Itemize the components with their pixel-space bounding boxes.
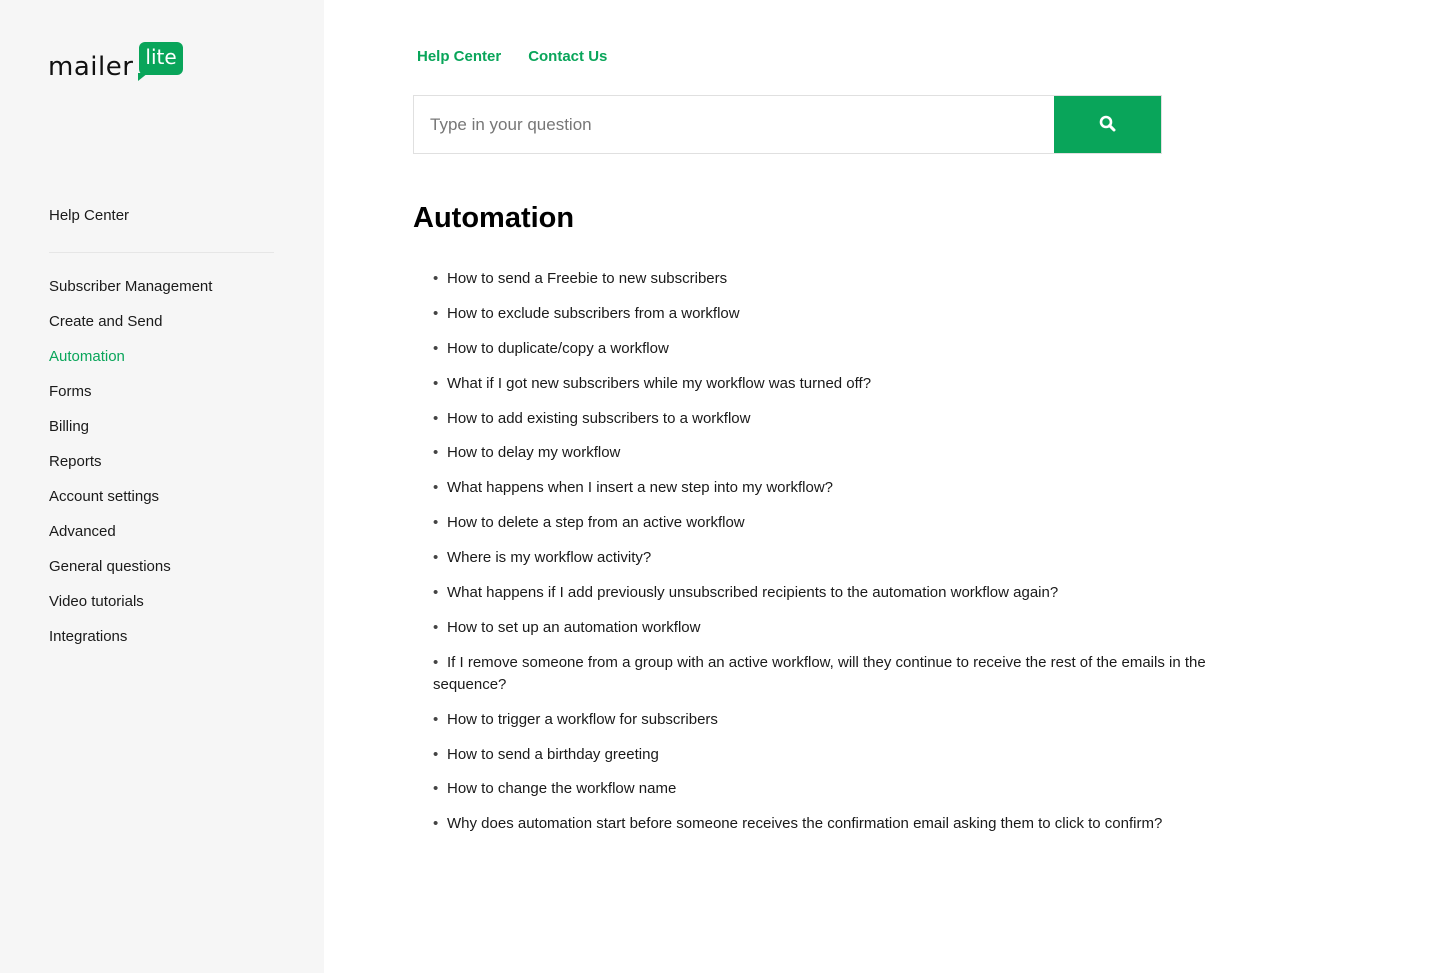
article-title: How to trigger a workflow for subscriber… xyxy=(447,710,718,728)
bullet: • xyxy=(433,409,439,427)
help-center-link[interactable]: Help Center xyxy=(417,48,501,65)
article-link[interactable]: • Why does automation start before someon… xyxy=(433,813,1273,835)
page-title: Automation xyxy=(413,202,575,234)
bullet: • xyxy=(433,304,439,322)
article-list: • How to send a Freebie to new subscriber… xyxy=(433,268,1273,848)
sidebar-help-center-link[interactable]: Help Center xyxy=(49,207,129,224)
article-title: How to send a Freebie to new subscribers xyxy=(447,270,728,287)
bullet: • xyxy=(433,618,439,636)
bullet: • xyxy=(433,815,439,833)
search-icon xyxy=(1099,115,1116,135)
page: mailer lite Help Center Subscriber Manag… xyxy=(0,0,1437,973)
bullet: • xyxy=(433,339,439,357)
sidebar-category-list: Subscriber Management Create and Send Au… xyxy=(49,277,212,662)
sidebar-item-account-settings[interactable]: Account settings xyxy=(49,487,212,522)
top-nav: Help Center Contact Us xyxy=(417,48,607,65)
bullet: • xyxy=(433,479,439,497)
sidebar-item-integrations[interactable]: Integrations xyxy=(49,627,212,662)
bullet: • xyxy=(433,584,439,602)
article-title: How to exclude subscribers from a workfl… xyxy=(447,304,740,322)
sidebar-item-general-questions[interactable]: General questions xyxy=(49,557,212,592)
search-input[interactable] xyxy=(414,96,1054,153)
bullet: • xyxy=(433,745,439,763)
article-link[interactable]: • How to set up an automation workflow xyxy=(433,617,1273,639)
article-title: How to send a birthday greeting xyxy=(447,745,659,763)
article-title: What happens if I add previously unsubsc… xyxy=(447,584,1059,602)
contact-us-link[interactable]: Contact Us xyxy=(528,48,607,65)
article-link[interactable]: • How to trigger a workflow for subscribe… xyxy=(433,709,1273,731)
article-link[interactable]: • What happens when I insert a new step i… xyxy=(433,477,1273,499)
article-title: How to duplicate/copy a workflow xyxy=(447,339,669,357)
bullet: • xyxy=(433,549,439,567)
sidebar-item-billing[interactable]: Billing xyxy=(49,417,212,452)
bullet: • xyxy=(433,270,439,287)
article-link[interactable]: • If I remove someone from a group with a… xyxy=(433,652,1273,696)
article-title: What happens when I insert a new step in… xyxy=(447,479,834,497)
sidebar-divider xyxy=(49,252,274,253)
bullet: • xyxy=(433,780,439,798)
logo-wordmark: mailer xyxy=(48,52,134,82)
article-title: How to delete a step from an active work… xyxy=(447,514,745,532)
article-link[interactable]: • How to add existing subscribers to a wo… xyxy=(433,408,1273,430)
article-link[interactable]: • How to duplicate/copy a workflow xyxy=(433,338,1273,360)
bullet: • xyxy=(433,514,439,532)
sidebar-item-video-tutorials[interactable]: Video tutorials xyxy=(49,592,212,627)
search-bar xyxy=(413,95,1162,154)
article-title: Why does automation start before someone… xyxy=(447,815,1163,833)
main-content: Help Center Contact Us Automation • How t… xyxy=(324,0,1437,973)
bullet: • xyxy=(433,444,439,462)
sidebar: mailer lite Help Center Subscriber Manag… xyxy=(0,0,324,973)
sidebar-item-automation[interactable]: Automation xyxy=(49,347,212,382)
article-link[interactable]: • What if I got new subscribers while my … xyxy=(433,373,1273,395)
mailerlite-logo[interactable]: mailer lite xyxy=(48,42,183,82)
article-title: If I remove someone from a group with an… xyxy=(433,653,1206,693)
sidebar-item-create-and-send[interactable]: Create and Send xyxy=(49,312,212,347)
article-title: How to delay my workflow xyxy=(447,444,621,462)
logo-badge: lite xyxy=(138,42,183,81)
article-title: Where is my workflow activity? xyxy=(447,549,652,567)
article-title: What if I got new subscribers while my w… xyxy=(447,374,872,392)
article-link[interactable]: • How to exclude subscribers from a workf… xyxy=(433,303,1273,325)
bullet: • xyxy=(433,374,439,392)
sidebar-item-reports[interactable]: Reports xyxy=(49,452,212,487)
article-title: How to add existing subscribers to a wor… xyxy=(447,409,751,427)
article-link[interactable]: • Where is my workflow activity? xyxy=(433,547,1273,569)
article-link[interactable]: • How to send a birthday greeting xyxy=(433,744,1273,766)
article-title: How to set up an automation workflow xyxy=(447,618,701,636)
sidebar-item-subscriber-management[interactable]: Subscriber Management xyxy=(49,277,212,312)
article-link[interactable]: • How to delete a step from an active wor… xyxy=(433,512,1273,534)
article-link[interactable]: • How to send a Freebie to new subscriber… xyxy=(433,268,1273,290)
article-title: How to change the workflow name xyxy=(447,780,677,798)
search-button[interactable] xyxy=(1054,96,1161,153)
article-link[interactable]: • How to change the workflow name xyxy=(433,778,1273,800)
article-link[interactable]: • What happens if I add previously unsubs… xyxy=(433,582,1273,604)
sidebar-item-forms[interactable]: Forms xyxy=(49,382,212,417)
article-link[interactable]: • How to delay my workflow xyxy=(433,442,1273,464)
bullet: • xyxy=(433,710,439,728)
bullet: • xyxy=(433,653,439,671)
sidebar-item-advanced[interactable]: Advanced xyxy=(49,522,212,557)
